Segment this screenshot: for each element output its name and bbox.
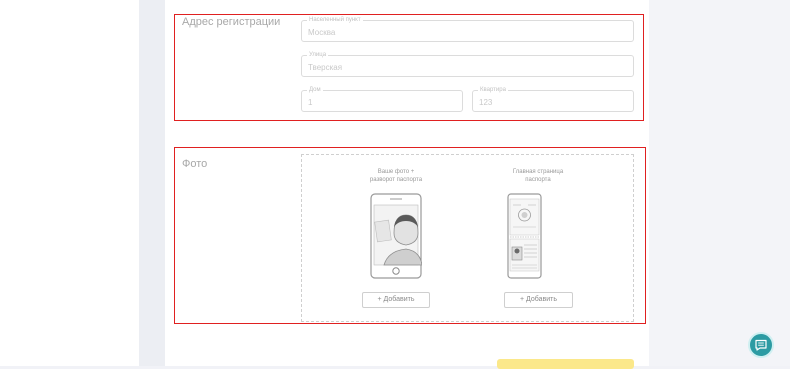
- left-panel: [0, 0, 139, 366]
- apartment-value: 123: [479, 98, 493, 107]
- submit-button[interactable]: [497, 359, 634, 369]
- selfie-caption-line1: Ваше фото +: [377, 169, 415, 175]
- apartment-field[interactable]: Квартира 123: [472, 86, 634, 112]
- apartment-label: Квартира: [478, 86, 508, 94]
- city-label: Населенный пункт: [307, 16, 363, 24]
- main-page-caption-line2: паспорта: [525, 177, 551, 183]
- selfie-caption: Ваше фото + разворот паспорта: [346, 168, 446, 184]
- passport-phone-illustration: [507, 193, 542, 279]
- add-selfie-button[interactable]: + Добавить: [362, 292, 430, 308]
- photo-title: Фото: [182, 158, 208, 170]
- house-label: Дом: [307, 86, 323, 94]
- selfie-caption-line2: разворот паспорта: [369, 177, 423, 183]
- street-value: Тверская: [308, 63, 343, 72]
- main-page-caption: Главная страница паспорта: [488, 168, 588, 184]
- city-field[interactable]: Населенный пункт Москва: [301, 16, 634, 42]
- house-value: 1: [308, 98, 313, 107]
- chat-bubble-icon: [755, 339, 767, 351]
- house-field[interactable]: Дом 1: [301, 86, 463, 112]
- left-divider: [139, 0, 165, 366]
- add-main-page-button[interactable]: + Добавить: [504, 292, 573, 308]
- right-background: [649, 0, 790, 366]
- chat-button[interactable]: [748, 332, 774, 358]
- address-title: Адрес регистрации: [182, 16, 281, 28]
- main-page-caption-line1: Главная страница: [512, 169, 564, 175]
- street-label: Улица: [307, 51, 329, 59]
- selfie-phone-illustration: [370, 193, 422, 279]
- city-value: Москва: [308, 28, 336, 37]
- street-field[interactable]: Улица Тверская: [301, 51, 634, 77]
